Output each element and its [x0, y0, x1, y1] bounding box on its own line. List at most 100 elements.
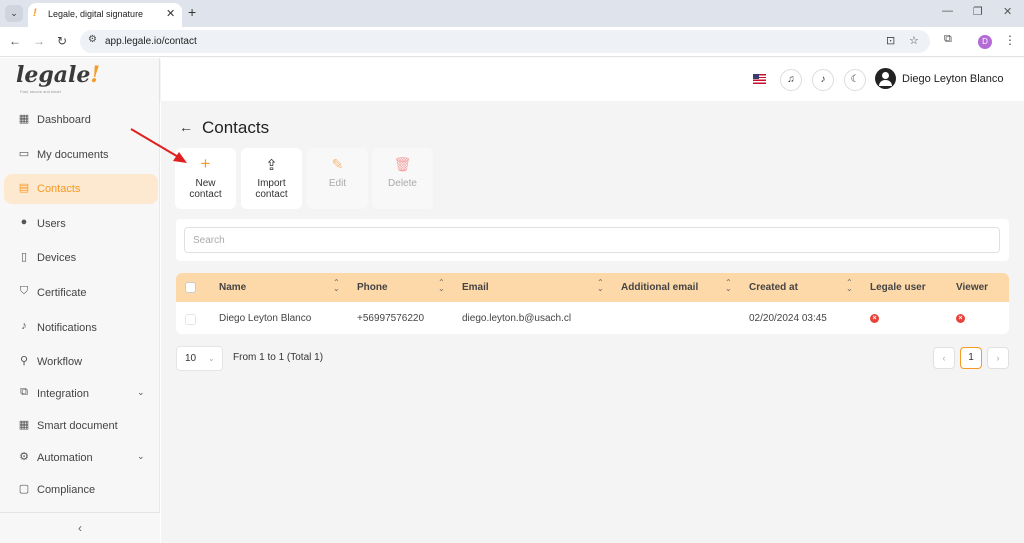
sidebar-item-users[interactable]: ● Users: [4, 209, 158, 239]
user-icon: ●: [20, 216, 28, 228]
tab-close-icon[interactable]: ✕: [166, 7, 175, 20]
column-header-email[interactable]: Email: [462, 282, 489, 293]
search-input[interactable]: [184, 227, 1000, 253]
edit-button[interactable]: ✎ Edit: [307, 148, 368, 209]
sidebar-item-label: Automation: [37, 452, 93, 464]
external-link-icon: ⧉: [20, 386, 28, 398]
sidebar-item-label: Devices: [37, 252, 77, 264]
column-header-legale-user[interactable]: Legale user: [870, 282, 926, 293]
sidebar-item-smart-document[interactable]: ▦ Smart document: [4, 411, 158, 441]
support-headset-icon[interactable]: ♫: [780, 69, 802, 91]
minimize-icon[interactable]: —: [942, 5, 953, 17]
new-contact-button[interactable]: + New contact: [175, 148, 236, 209]
trash-icon: 🗑: [393, 156, 412, 172]
sidebar-item-devices[interactable]: ▯ Devices: [4, 243, 158, 273]
sidebar-item-certificate[interactable]: ⛉ Certificate: [4, 278, 158, 308]
restore-icon[interactable]: ❐: [973, 5, 983, 18]
us-flag-icon[interactable]: [753, 74, 766, 84]
close-window-icon[interactable]: ✕: [1003, 5, 1012, 18]
upload-icon: ⇪: [265, 157, 278, 174]
contacts-icon: ▤: [18, 182, 30, 194]
contacts-table: Name ⌃ ⌄ Phone ⌃ ⌄ Email ⌃ ⌄ Additional ema…: [176, 273, 1009, 334]
sidebar-item-workflow[interactable]: ⚲ Workflow: [4, 347, 158, 377]
shield-icon: ⛉: [19, 285, 29, 297]
sidebar-item-dashboard[interactable]: ▦ Dashboard: [4, 105, 158, 135]
sidebar-item-my-documents[interactable]: ▭ My documents: [4, 140, 158, 170]
cell-created-at: 02/20/2024 03:45: [749, 313, 827, 324]
next-page-button[interactable]: ›: [987, 347, 1009, 369]
site-info-icon[interactable]: ⚙: [88, 34, 97, 45]
sidebar-collapse-button[interactable]: ‹: [0, 512, 160, 543]
app-header: ♫ ♪ ☾ Diego Leyton Blanco: [161, 58, 1024, 101]
page-title: Contacts: [202, 118, 270, 137]
gear-icon: ⚙: [19, 451, 29, 463]
browser-toolbar: ← → ↻ ⚙ app.legale.io/contact ⊡ ☆ ⧉: [0, 27, 1024, 57]
sort-icon[interactable]: ⌃ ⌄: [333, 279, 340, 293]
logo-mark: !: [90, 62, 101, 88]
legale-logo[interactable]: legale!: [16, 62, 100, 88]
sidebar-item-automation[interactable]: ⚙ Automation ⌄: [4, 443, 158, 473]
sidebar-item-label: Compliance: [37, 484, 96, 496]
sidebar: legale! Fast, secure and smart ▦ Dashboa…: [0, 58, 160, 543]
page-button-current[interactable]: 1: [960, 347, 982, 369]
chevron-down-icon: ⌄: [137, 387, 145, 397]
sort-icon[interactable]: ⌃ ⌄: [725, 279, 732, 293]
select-all-checkbox[interactable]: [185, 282, 196, 293]
cell-email: diego.leyton.b@usach.cl: [462, 313, 572, 324]
sidebar-item-label: Users: [37, 218, 66, 230]
url-text[interactable]: app.legale.io/contact: [105, 36, 197, 47]
user-name[interactable]: Diego Leyton Blanco: [902, 73, 1004, 85]
extensions-puzzle-icon[interactable]: ⧉: [944, 33, 952, 46]
sort-icon[interactable]: ⌃ ⌄: [846, 279, 853, 293]
sidebar-item-contacts[interactable]: ▤ Contacts: [4, 174, 158, 204]
address-bar[interactable]: ⚙ app.legale.io/contact ⊡ ☆: [80, 30, 930, 53]
browser-menu-icon[interactable]: ⋮: [1004, 33, 1016, 47]
prev-page-button[interactable]: ‹: [933, 347, 955, 369]
sidebar-item-label: Notifications: [37, 322, 97, 334]
tab-search-chevron-icon[interactable]: ⌄: [5, 5, 23, 22]
bookmark-star-icon[interactable]: ☆: [909, 34, 919, 47]
row-checkbox[interactable]: [185, 314, 196, 325]
sidebar-item-label: Smart document: [37, 420, 118, 432]
reload-icon[interactable]: ↻: [57, 34, 67, 48]
column-header-additional-email[interactable]: Additional email: [621, 282, 698, 293]
install-app-icon[interactable]: ⊡: [886, 34, 895, 47]
page-size-select[interactable]: 10 ⌄: [176, 346, 223, 371]
dark-mode-moon-icon[interactable]: ☾: [844, 69, 866, 91]
action-label: Edit: [328, 178, 347, 189]
import-contact-button[interactable]: ⇪ Import contact: [241, 148, 302, 209]
cell-phone: +56997576220: [357, 313, 425, 324]
back-icon[interactable]: ←: [9, 34, 21, 48]
viewer-false-icon: ×: [956, 314, 965, 323]
column-header-name[interactable]: Name: [219, 282, 246, 293]
chat-icon: ▢: [18, 483, 30, 495]
column-header-created-at[interactable]: Created at: [749, 282, 798, 293]
chevron-down-icon: ⌄: [208, 354, 215, 363]
sidebar-item-compliance[interactable]: ▢ Compliance: [4, 475, 158, 505]
sidebar-item-label: Certificate: [37, 287, 87, 299]
back-arrow-icon[interactable]: ←: [179, 119, 193, 135]
browser-tab-bar: ⌄ ! Legale, digital signature ✕ + — ❐ ✕: [0, 0, 1024, 27]
logo-text: legale: [16, 62, 91, 88]
legale-favicon-icon: !: [33, 7, 37, 19]
pencil-icon: ✎: [331, 156, 344, 172]
bell-icon[interactable]: ♪: [812, 69, 834, 91]
delete-button[interactable]: 🗑 Delete: [372, 148, 433, 209]
sidebar-item-notifications[interactable]: ♪ Notifications: [4, 313, 158, 343]
browser-tab[interactable]: ! Legale, digital signature ✕: [28, 3, 182, 27]
new-tab-plus-icon[interactable]: +: [188, 4, 196, 20]
user-avatar-icon[interactable]: [875, 68, 896, 89]
sort-icon[interactable]: ⌃ ⌄: [597, 279, 604, 293]
search-card: [176, 219, 1009, 261]
dashboard-icon: ▦: [18, 113, 30, 125]
chevron-down-icon: ⌄: [137, 451, 145, 461]
column-header-viewer[interactable]: Viewer: [956, 282, 988, 293]
forward-icon[interactable]: →: [33, 34, 45, 48]
column-header-phone[interactable]: Phone: [357, 282, 388, 293]
sidebar-item-integration[interactable]: ⧉ Integration ⌄: [4, 379, 158, 409]
workflow-icon: ⚲: [19, 355, 29, 367]
sidebar-item-label: My documents: [37, 149, 109, 161]
profile-avatar[interactable]: D: [978, 35, 992, 49]
sort-icon[interactable]: ⌃ ⌄: [438, 279, 445, 293]
action-label: Import contact: [255, 178, 288, 200]
